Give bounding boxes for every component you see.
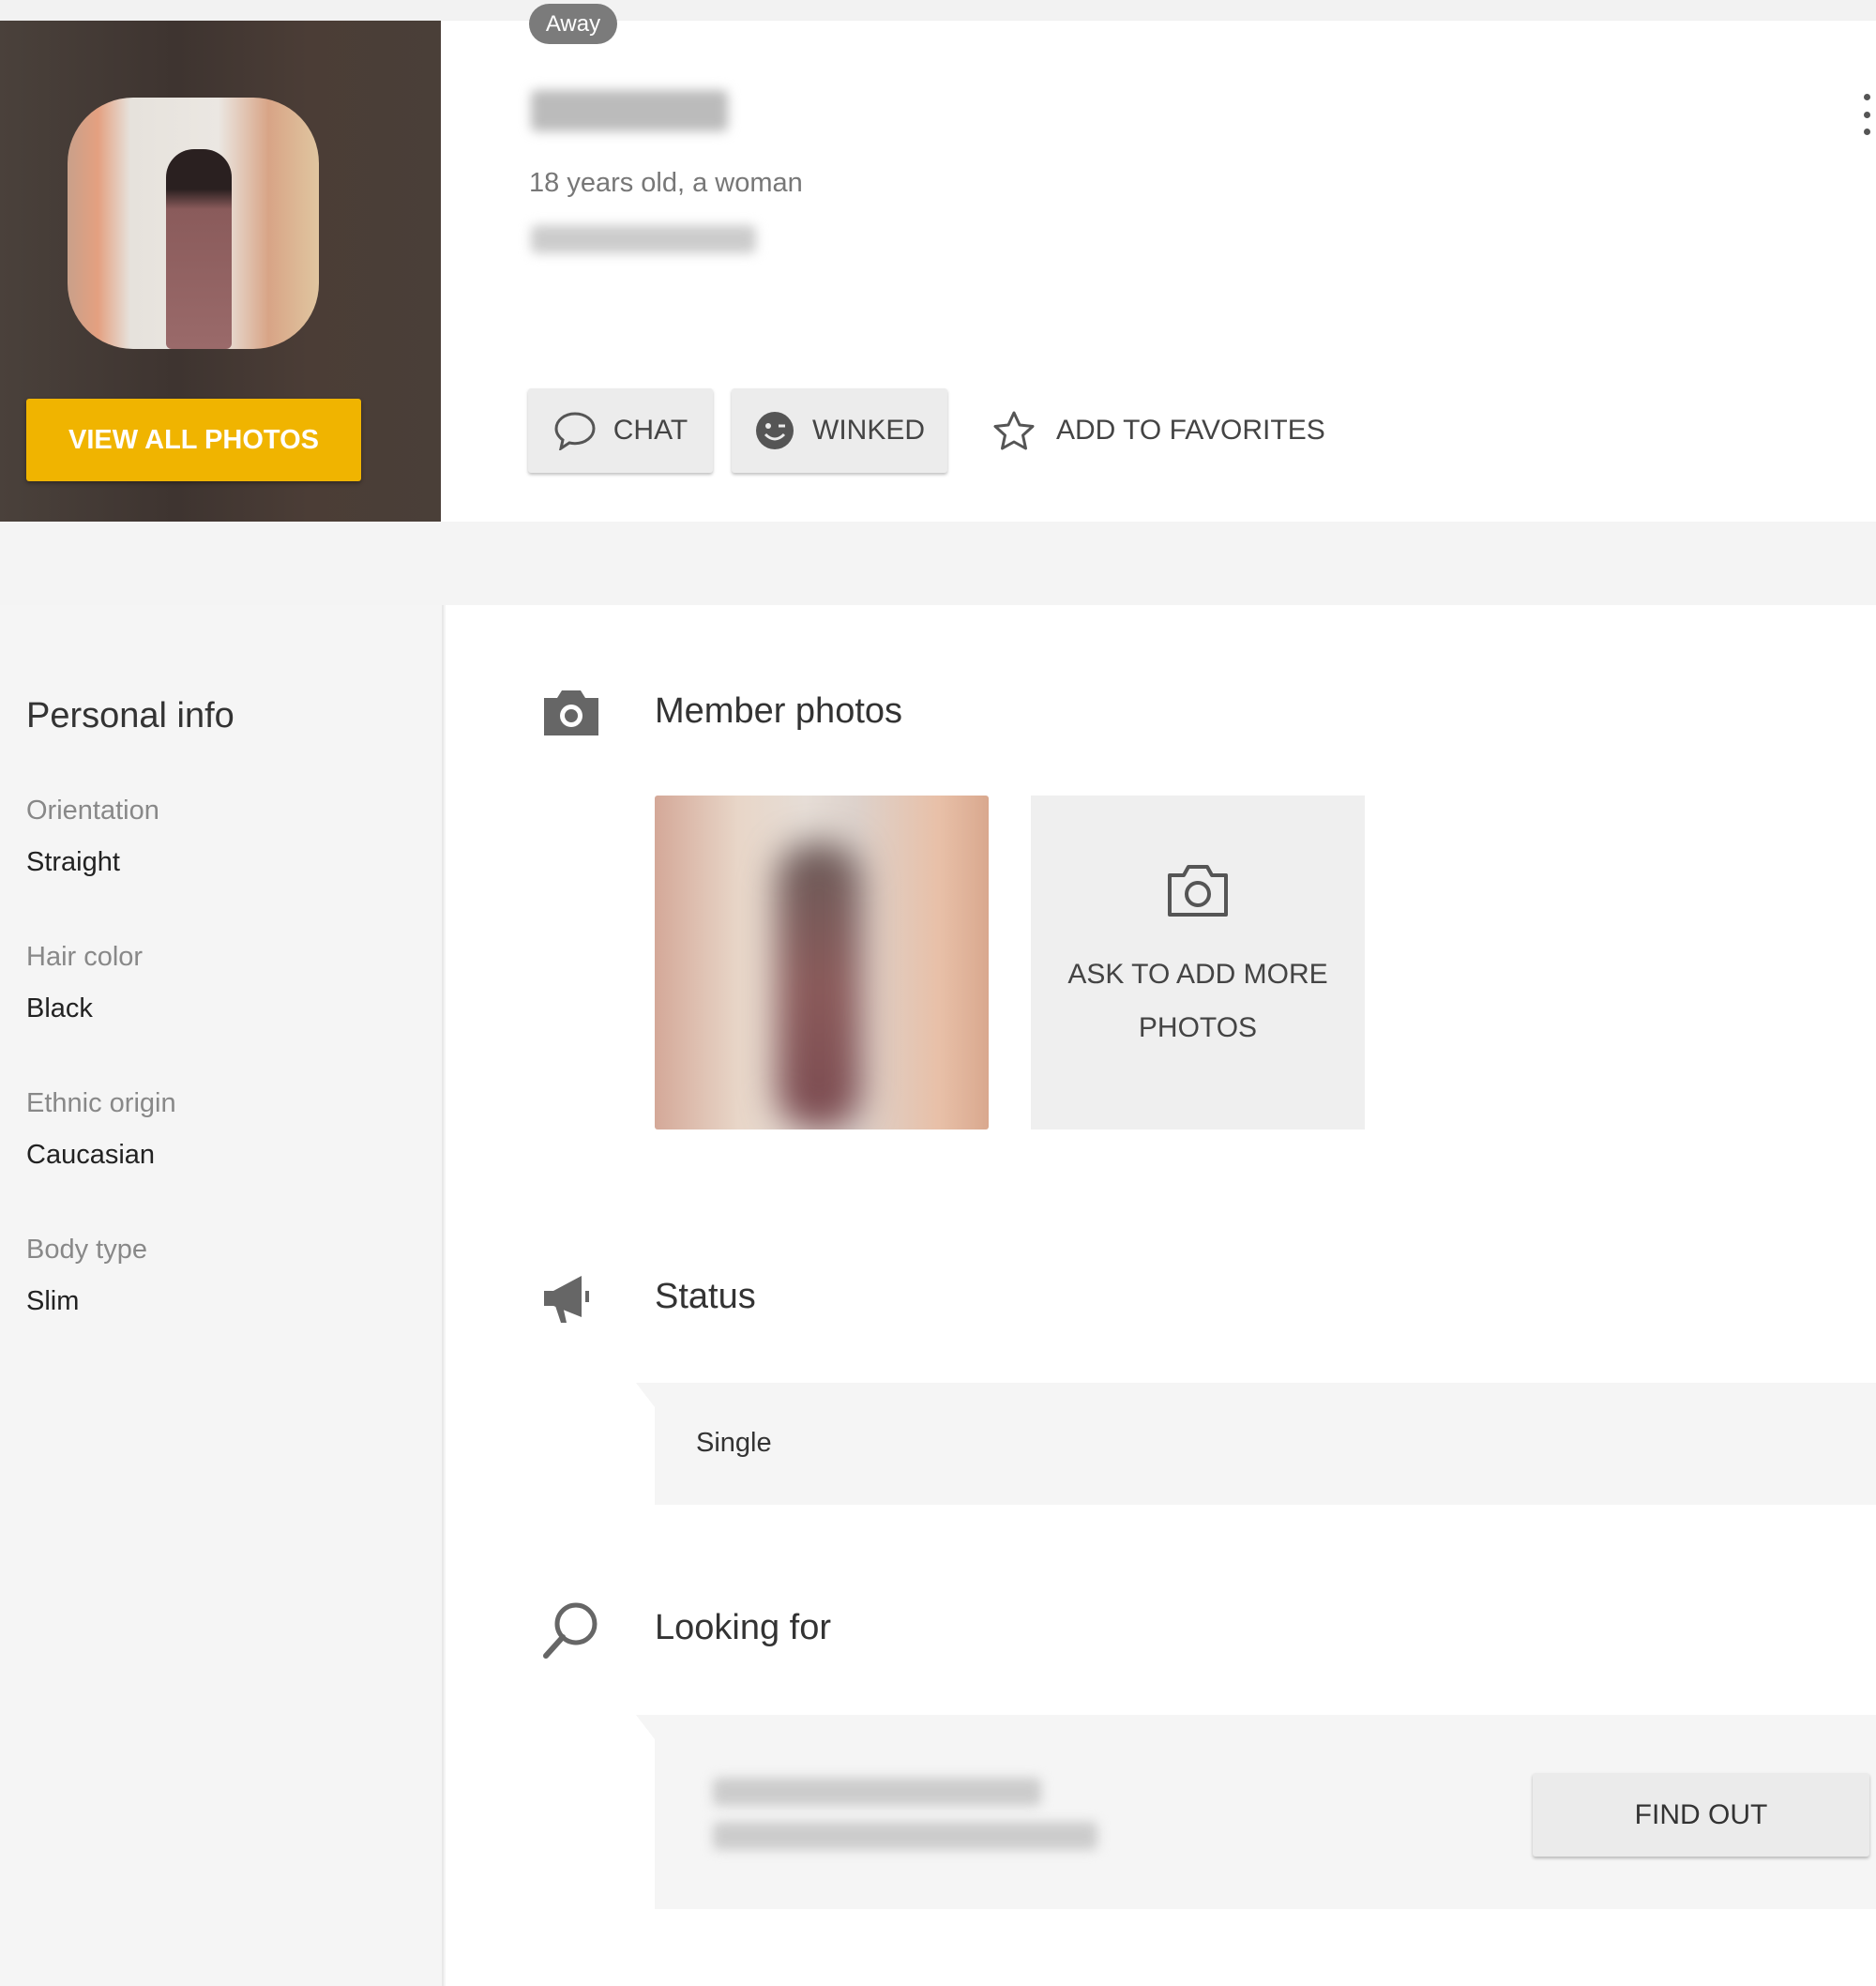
member-photo[interactable]	[655, 796, 989, 1129]
add-to-favorites-button[interactable]: ADD TO FAVORITES	[992, 388, 1325, 473]
orientation-label: Orientation	[26, 796, 159, 826]
view-all-photos-button[interactable]: VIEW ALL PHOTOS	[26, 399, 361, 481]
more-options-icon[interactable]	[1855, 94, 1876, 135]
body-type-value: Slim	[26, 1286, 80, 1316]
separator-band	[0, 522, 1876, 605]
ask-more-photos-label: ASK TO ADD MORE PHOTOS	[1067, 959, 1328, 1043]
hair-color-label: Hair color	[26, 942, 144, 972]
status-box	[636, 1383, 1876, 1505]
upgrade-text-redacted	[713, 1778, 1041, 1806]
member-photos-title: Member photos	[655, 691, 903, 731]
ethnic-origin-value: Caucasian	[26, 1140, 156, 1170]
favorites-label: ADD TO FAVORITES	[1056, 415, 1325, 446]
ethnic-origin-label: Ethnic origin	[26, 1088, 176, 1118]
chat-bubble-icon	[554, 412, 596, 450]
star-icon	[993, 411, 1035, 450]
winked-button[interactable]: WINKED	[732, 388, 947, 473]
winked-label: WINKED	[812, 415, 925, 446]
age-gender-text: 18 years old, a woman	[529, 168, 803, 198]
megaphone-icon	[544, 1276, 589, 1323]
location-redacted	[531, 225, 756, 253]
camera-outline-icon	[1168, 865, 1228, 917]
hair-color-value: Black	[26, 993, 93, 1023]
top-strip	[0, 0, 1876, 21]
status-badge: Away	[529, 4, 617, 44]
search-icon	[543, 1602, 598, 1659]
camera-icon	[544, 690, 598, 735]
find-out-button[interactable]: FIND OUT	[1533, 1773, 1869, 1857]
ask-more-photos-tile[interactable]: ASK TO ADD MORE PHOTOS	[1031, 796, 1365, 1129]
status-value: Single	[696, 1428, 772, 1458]
status-title: Status	[655, 1277, 756, 1316]
body-type-label: Body type	[26, 1235, 147, 1265]
chat-label: CHAT	[613, 415, 688, 446]
personal-info-title: Personal info	[26, 696, 234, 735]
wink-face-icon	[756, 412, 794, 449]
looking-for-title: Looking for	[655, 1608, 832, 1647]
orientation-value: Straight	[26, 847, 120, 877]
avatar[interactable]	[68, 98, 319, 349]
profile-name-redacted	[531, 90, 728, 131]
upgrade-text-redacted-line2	[713, 1822, 1097, 1850]
chat-button[interactable]: CHAT	[528, 388, 713, 473]
